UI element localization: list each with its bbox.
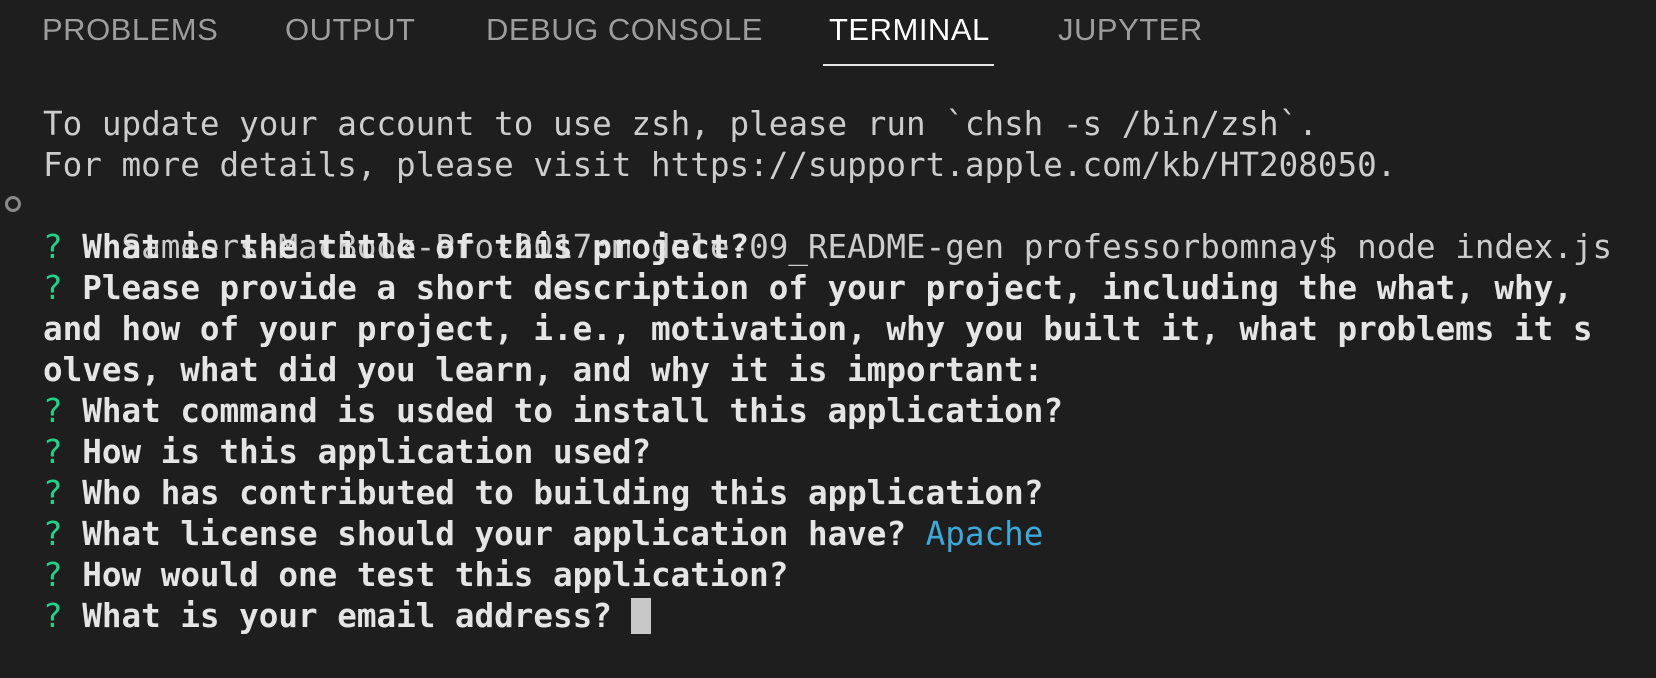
question-line: ? What command is usded to install this … xyxy=(0,391,1656,432)
tab-problems[interactable]: PROBLEMS xyxy=(42,12,218,56)
question-mark: ? xyxy=(43,269,63,307)
question-line: ? Please provide a short description of … xyxy=(0,268,1656,309)
question-mark: ? xyxy=(43,433,63,471)
question-line: ? What is the title of this project? xyxy=(0,227,1656,268)
terminal-prompt-line: Sameers-MacBook-Pro-2017:module-09_READM… xyxy=(0,186,1656,266)
question-mark: ? xyxy=(43,392,63,430)
tab-output[interactable]: OUTPUT xyxy=(285,12,415,56)
question-text: Please provide a short description of yo… xyxy=(82,269,1573,307)
question-line: ? How is this application used? xyxy=(0,432,1656,473)
question-continuation-line: olves, what did you learn, and why it is… xyxy=(0,350,1656,391)
question-line: ? How would one test this application? xyxy=(0,555,1656,596)
question-text: and how of your project, i.e., motivatio… xyxy=(43,310,1593,348)
tab-jupyter[interactable]: JUPYTER xyxy=(1058,12,1203,56)
question-line: ? Who has contributed to building this a… xyxy=(0,473,1656,514)
terminal-output[interactable]: To update your account to use zsh, pleas… xyxy=(0,104,1656,678)
question-mark: ? xyxy=(43,597,63,635)
question-text: How is this application used? xyxy=(82,433,652,471)
question-text: What is your email address? xyxy=(82,597,612,635)
question-text: olves, what did you learn, and why it is… xyxy=(43,351,1044,389)
command-decoration-icon[interactable] xyxy=(5,196,21,212)
question-mark: ? xyxy=(43,228,63,266)
answer-text: Apache xyxy=(925,515,1044,553)
question-text: Who has contributed to building this app… xyxy=(82,474,1044,512)
terminal-info-line: For more details, please visit https://s… xyxy=(43,146,1397,184)
question-mark: ? xyxy=(43,515,63,553)
tab-debug-console[interactable]: DEBUG CONSOLE xyxy=(486,12,763,56)
terminal-info-line: To update your account to use zsh, pleas… xyxy=(43,105,1318,143)
question-text: What is the title of this project? xyxy=(82,228,750,266)
active-tab-indicator xyxy=(823,64,994,66)
question-text: What license should your application hav… xyxy=(82,515,907,553)
question-continuation-line: and how of your project, i.e., motivatio… xyxy=(0,309,1656,350)
question-mark: ? xyxy=(43,474,63,512)
question-text: How would one test this application? xyxy=(82,556,789,594)
question-line: ? What license should your application h… xyxy=(0,514,1656,555)
question-text: What command is usded to install this ap… xyxy=(82,392,1063,430)
question-line-active[interactable]: ? What is your email address? xyxy=(0,596,1656,637)
tab-terminal[interactable]: TERMINAL xyxy=(829,12,990,56)
question-mark: ? xyxy=(43,556,63,594)
terminal-cursor[interactable] xyxy=(631,598,652,634)
panel-tab-bar: PROBLEMS OUTPUT DEBUG CONSOLE TERMINAL J… xyxy=(0,0,1656,68)
